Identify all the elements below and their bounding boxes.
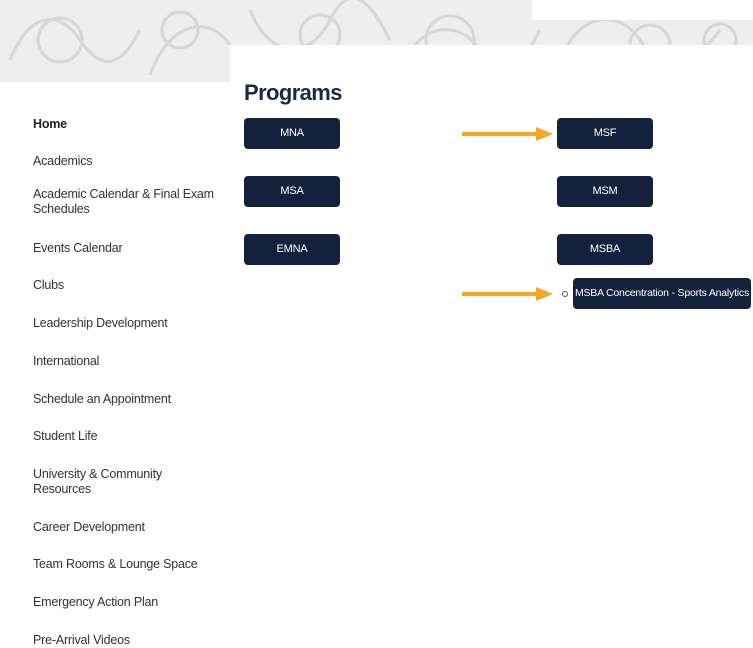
- sidebar-item-team-rooms[interactable]: Team Rooms & Lounge Space: [33, 557, 223, 572]
- arrow-right-icon: [462, 287, 553, 301]
- sidebar-item-clubs[interactable]: Clubs: [33, 278, 223, 293]
- sidebar-item-academics[interactable]: Academics: [33, 154, 223, 169]
- banner-cutout: [532, 0, 753, 20]
- program-button-msba[interactable]: MSBA: [557, 234, 653, 265]
- sidebar-nav: Home Academics Academic Calendar & Final…: [33, 117, 223, 648]
- sidebar-item-international[interactable]: International: [33, 354, 223, 369]
- program-button-msm[interactable]: MSM: [557, 176, 653, 207]
- sidebar-item-schedule-appointment[interactable]: Schedule an Appointment: [33, 392, 223, 407]
- sidebar-item-community-resources[interactable]: University & Community Resources: [33, 467, 223, 497]
- program-button-msf[interactable]: MSF: [557, 118, 653, 149]
- arrow-right-icon: [462, 127, 553, 141]
- program-button-mna[interactable]: MNA: [244, 118, 340, 149]
- sidebar-item-pre-arrival-videos[interactable]: Pre-Arrival Videos: [33, 633, 223, 648]
- sidebar-item-leadership-development[interactable]: Leadership Development: [33, 316, 223, 331]
- sidebar-item-student-life[interactable]: Student Life: [33, 429, 223, 444]
- programs-title: Programs: [244, 80, 343, 105]
- sidebar-item-home[interactable]: Home: [33, 117, 223, 132]
- list-bullet: [562, 291, 568, 297]
- program-button-msba-sports-analytics[interactable]: MSBA Concentration - Sports Analytics: [573, 278, 751, 309]
- sidebar-item-academic-calendar[interactable]: Academic Calendar & Final Exam Schedules: [33, 187, 223, 217]
- sidebar-item-career-development[interactable]: Career Development: [33, 520, 223, 535]
- program-button-emna[interactable]: EMNA: [244, 234, 340, 265]
- sidebar-item-events-calendar[interactable]: Events Calendar: [33, 241, 223, 256]
- sidebar-item-emergency-action-plan[interactable]: Emergency Action Plan: [33, 595, 223, 610]
- program-button-msa[interactable]: MSA: [244, 176, 340, 207]
